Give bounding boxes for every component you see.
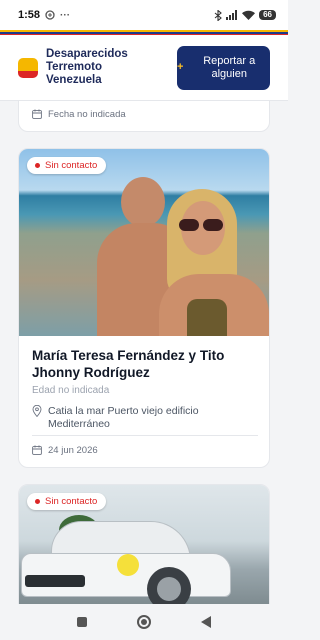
- person-card[interactable]: Sin contacto: [18, 484, 270, 604]
- back-button[interactable]: [201, 616, 211, 628]
- status-badge: Sin contacto: [27, 157, 107, 174]
- card-date-row: Fecha no indicada: [32, 109, 126, 121]
- status-dot: [35, 499, 40, 504]
- person-card[interactable]: Sin contacto María Teresa Fernández y Ti…: [18, 148, 270, 468]
- signal-icon: [226, 10, 238, 20]
- status-label: Sin contacto: [45, 496, 98, 507]
- report-button-label: Reportar a alguien: [203, 54, 256, 80]
- calendar-icon: [32, 445, 42, 455]
- status-dot: [35, 163, 40, 168]
- bluetooth-icon: [214, 9, 222, 21]
- person-photo: Sin contacto: [19, 485, 269, 604]
- home-button[interactable]: [137, 615, 151, 629]
- status-bar: 1:58 ··· 66: [0, 0, 288, 30]
- photo-person-woman: [159, 189, 269, 336]
- calendar-icon: [32, 109, 42, 119]
- person-location: Catia la mar Puerto viejo edificio Medit…: [48, 405, 199, 430]
- more-notifications-icon: ···: [60, 9, 71, 21]
- location-pin-icon: [32, 405, 42, 417]
- app-title: Desaparecidos Terremoto Venezuela: [46, 48, 128, 86]
- card-location-row: Catia la mar Puerto viejo edificio Medit…: [32, 405, 258, 431]
- recents-button[interactable]: [77, 617, 87, 627]
- app-header: Desaparecidos Terremoto Venezuela + Repo…: [0, 35, 288, 101]
- battery-icon: 66: [259, 10, 276, 20]
- card-date-row: 24 jun 2026: [32, 445, 98, 457]
- card-divider: [32, 435, 258, 436]
- card-date: Fecha no indicada: [48, 109, 126, 120]
- missing-persons-list[interactable]: Fecha no indicada Sin contacto María Ter: [0, 101, 288, 604]
- report-someone-button[interactable]: + Reportar a alguien: [177, 45, 270, 90]
- system-nav-bar: [0, 604, 288, 640]
- wifi-icon: [242, 10, 256, 20]
- photo-car: [21, 521, 231, 604]
- status-time: 1:58: [18, 9, 41, 21]
- person-age: Edad no indicada: [32, 385, 110, 396]
- venezuela-flag-logo: [18, 57, 38, 78]
- status-badge: Sin contacto: [27, 493, 107, 510]
- notification-icon: [45, 10, 55, 20]
- status-label: Sin contacto: [45, 160, 98, 171]
- person-card[interactable]: Fecha no indicada: [18, 101, 270, 132]
- status-right: 66: [214, 9, 276, 21]
- plus-icon: +: [177, 61, 184, 73]
- status-left: 1:58 ···: [18, 9, 70, 21]
- person-name: María Teresa Fernández y Tito Jhonny Rod…: [32, 348, 225, 380]
- card-date: 24 jun 2026: [48, 445, 98, 456]
- person-photo: Sin contacto: [19, 149, 269, 336]
